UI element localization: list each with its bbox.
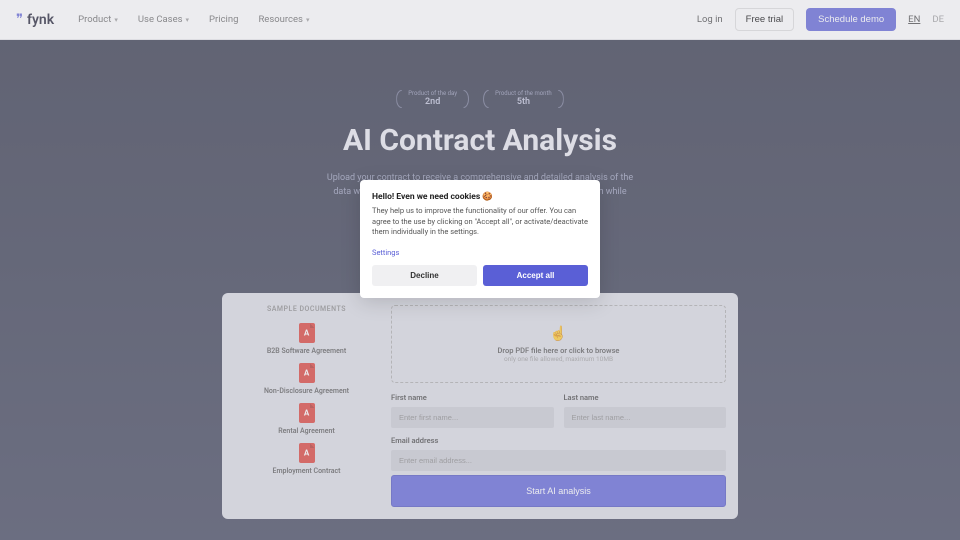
cookie-settings-link[interactable]: Settings [372, 248, 588, 257]
cookie-actions: Decline Accept all [372, 265, 588, 286]
cookie-body: They help us to improve the functionalit… [372, 206, 588, 238]
accept-all-button[interactable]: Accept all [483, 265, 588, 286]
cookie-overlay: Hello! Even we need cookies 🍪 They help … [0, 0, 960, 540]
cookie-dialog: Hello! Even we need cookies 🍪 They help … [360, 180, 600, 298]
decline-button[interactable]: Decline [372, 265, 477, 286]
cookie-title: Hello! Even we need cookies 🍪 [372, 192, 588, 202]
